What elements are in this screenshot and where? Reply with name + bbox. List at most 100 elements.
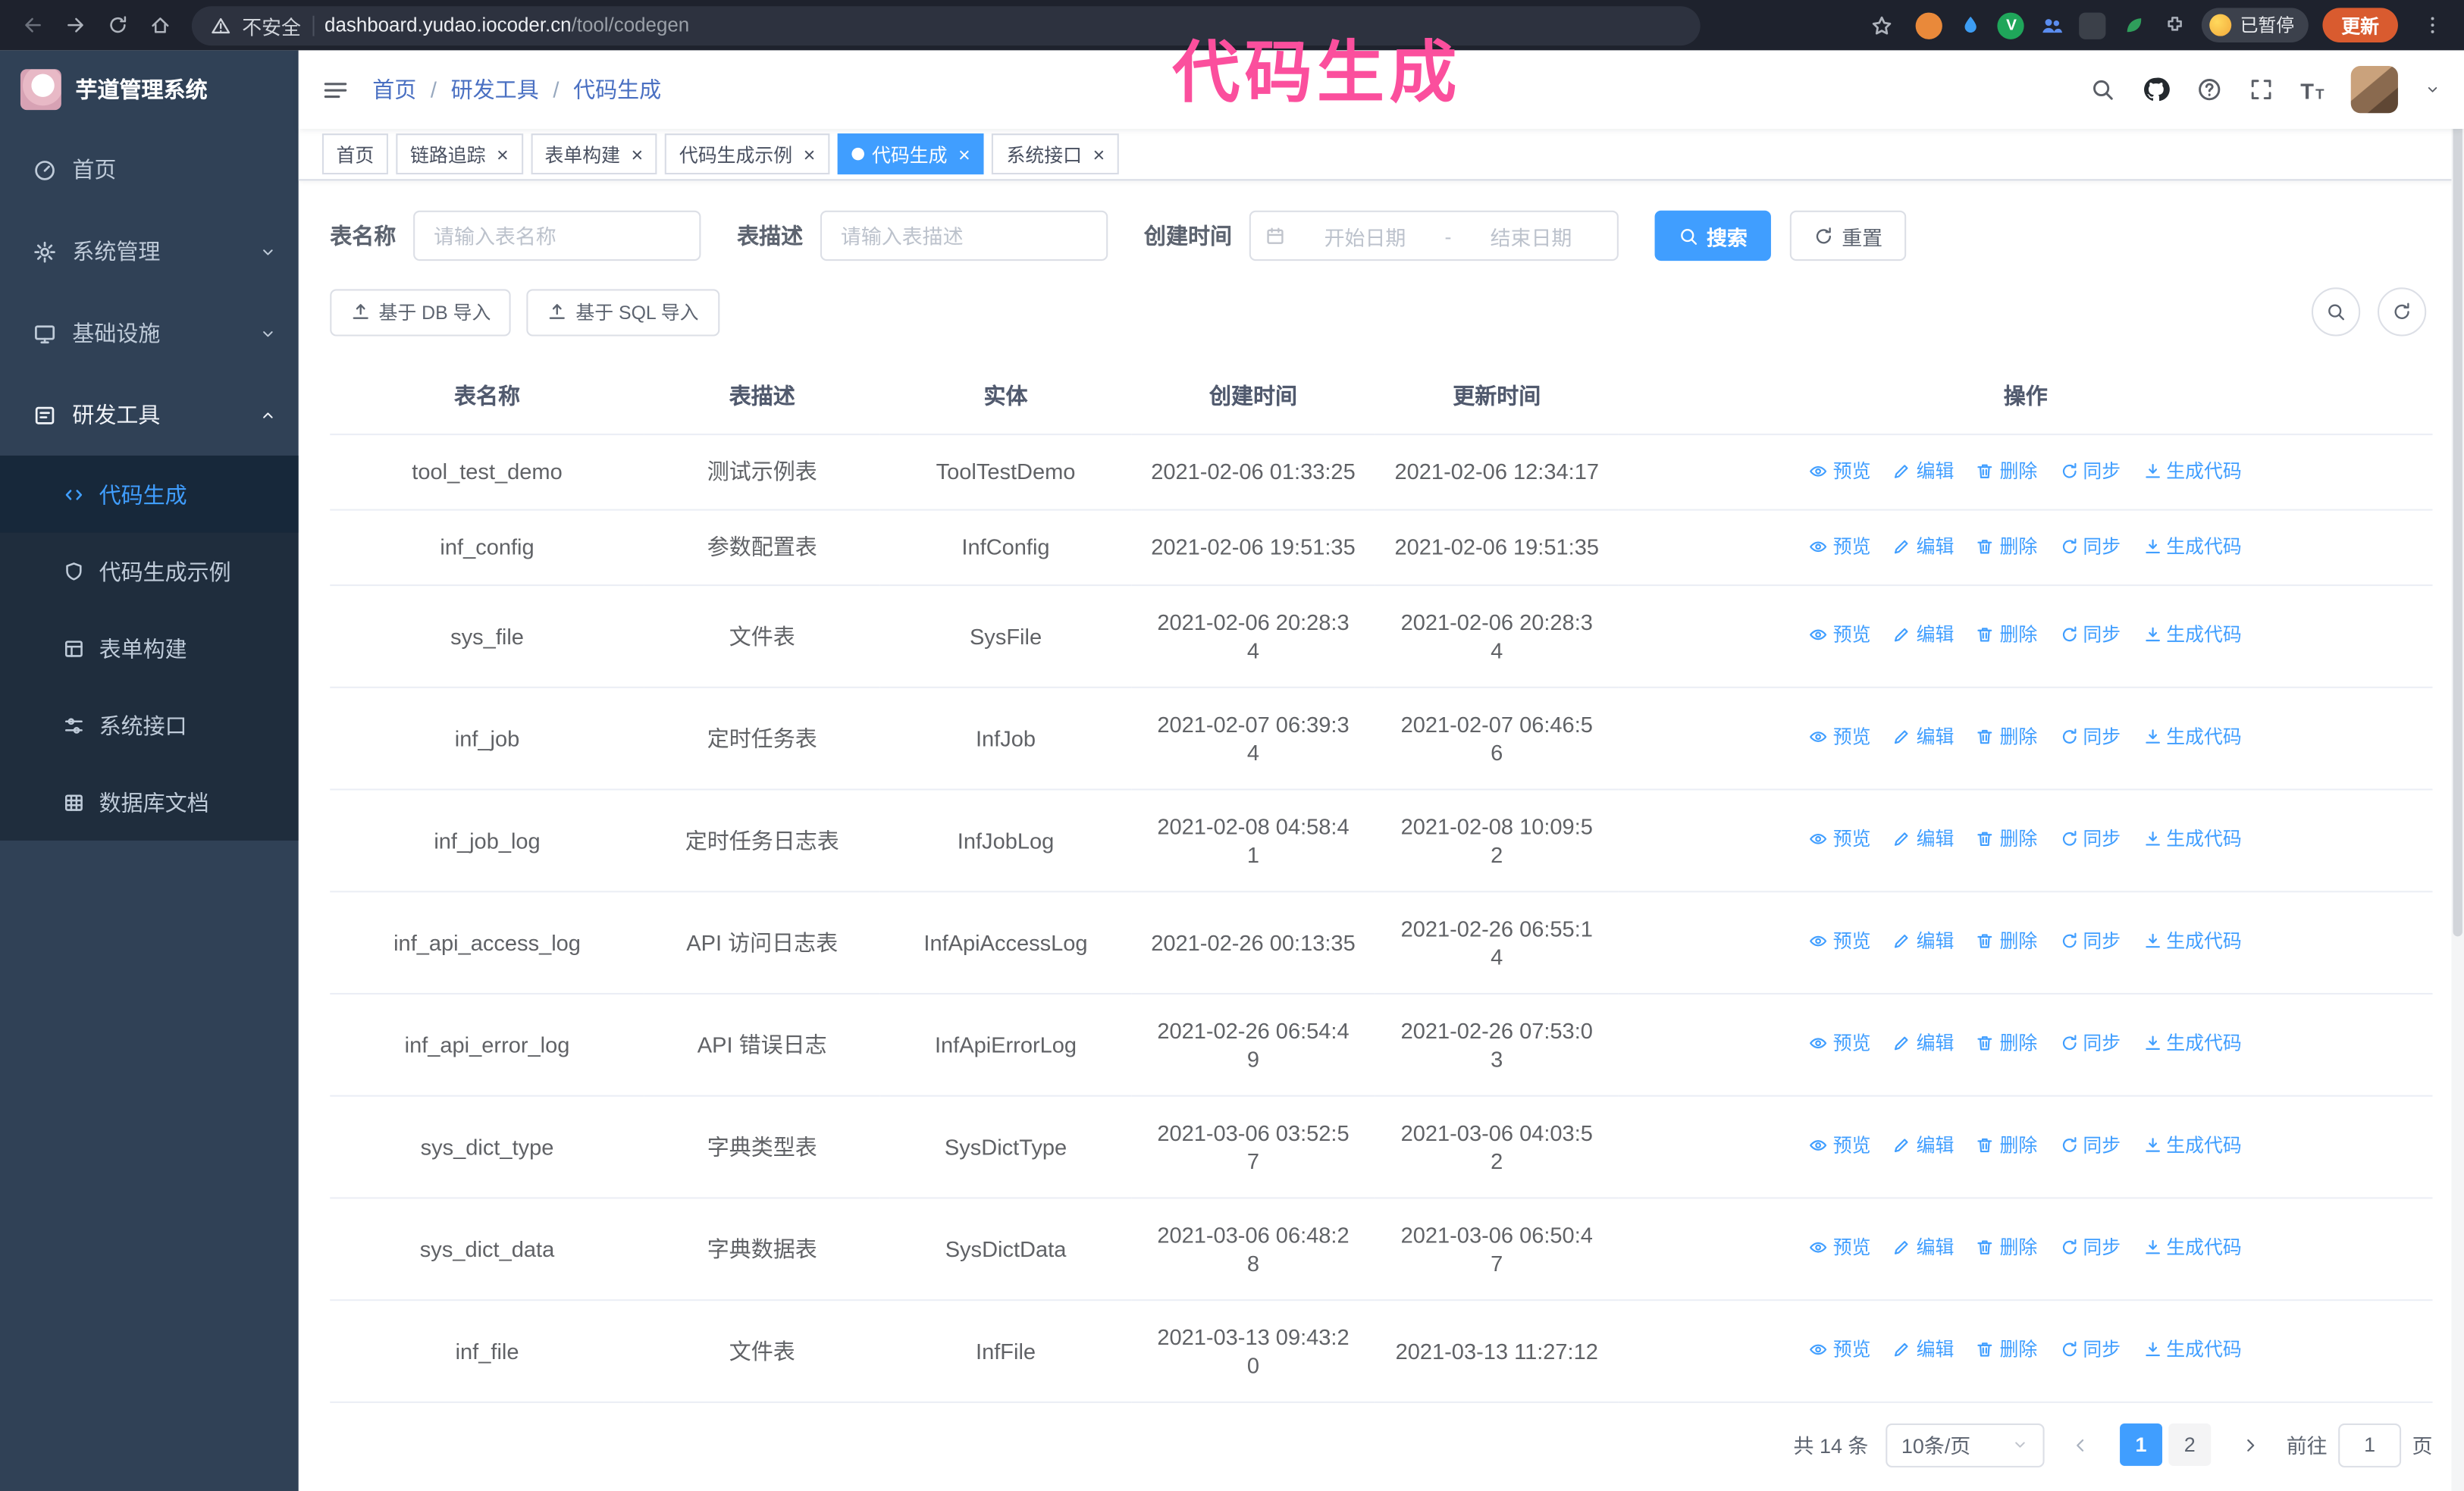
tab[interactable]: 表单构建 × — [530, 133, 657, 175]
preview-link[interactable]: 预览 — [1810, 532, 1870, 560]
sync-link[interactable]: 同步 — [2059, 1336, 2121, 1364]
edit-link[interactable]: 编辑 — [1893, 532, 1954, 560]
refresh-button[interactable] — [2377, 287, 2427, 337]
generate-code-link[interactable]: 生成代码 — [2143, 456, 2242, 484]
close-tab-icon[interactable]: × — [494, 144, 509, 164]
edit-link[interactable]: 编辑 — [1893, 621, 1954, 649]
edit-link[interactable]: 编辑 — [1893, 1029, 1954, 1057]
menu-dots-icon[interactable] — [2412, 5, 2452, 45]
delete-link[interactable]: 删除 — [1976, 621, 2037, 649]
import-sql-button[interactable]: 基于 SQL 导入 — [527, 288, 719, 336]
extension-icon[interactable] — [2080, 11, 2107, 39]
sidebar-item[interactable]: 基础设施 — [0, 293, 299, 374]
scrollbar-thumb[interactable] — [2453, 56, 2462, 937]
generate-code-link[interactable]: 生成代码 — [2143, 621, 2242, 649]
table-name-input[interactable] — [413, 210, 701, 262]
prev-page-button[interactable] — [2061, 1423, 2099, 1467]
sidebar-item[interactable]: 研发工具 — [0, 374, 299, 456]
bookmark-star-icon[interactable] — [1863, 5, 1902, 45]
sync-link[interactable]: 同步 — [2059, 621, 2121, 649]
people-extension-icon[interactable] — [2039, 12, 2065, 39]
delete-link[interactable]: 删除 — [1976, 1029, 2037, 1057]
import-db-button[interactable]: 基于 DB 导入 — [330, 288, 512, 336]
edit-link[interactable]: 编辑 — [1893, 825, 1954, 853]
delete-link[interactable]: 删除 — [1976, 722, 2037, 750]
v-extension-icon[interactable] — [1998, 11, 2025, 39]
extensions-puzzle-icon[interactable] — [2161, 12, 2188, 39]
sidebar-subitem[interactable]: 代码生成示例 — [0, 533, 299, 610]
preview-link[interactable]: 预览 — [1810, 927, 1870, 955]
sidebar-subitem[interactable]: 代码生成 — [0, 456, 299, 533]
close-tab-icon[interactable]: × — [1089, 144, 1105, 164]
help-icon[interactable] — [2197, 77, 2222, 102]
update-button[interactable]: 更新 — [2322, 8, 2398, 42]
tab[interactable]: 代码生成 × — [837, 133, 985, 175]
page-number[interactable]: 1 — [2120, 1423, 2162, 1466]
close-tab-icon[interactable]: × — [955, 144, 970, 164]
preview-link[interactable]: 预览 — [1810, 1233, 1870, 1261]
sync-link[interactable]: 同步 — [2059, 825, 2121, 853]
user-avatar[interactable] — [2350, 66, 2398, 114]
preview-link[interactable]: 预览 — [1810, 456, 1870, 484]
delete-link[interactable]: 删除 — [1976, 927, 2037, 955]
generate-code-link[interactable]: 生成代码 — [2143, 1131, 2242, 1159]
tab[interactable]: 系统接口 × — [992, 133, 1119, 175]
sidebar-item[interactable]: 首页 — [0, 129, 299, 211]
edit-link[interactable]: 编辑 — [1893, 456, 1954, 484]
sidebar-subitem[interactable]: 数据库文档 — [0, 763, 299, 841]
sidebar-subitem[interactable]: 系统接口 — [0, 687, 299, 764]
sync-link[interactable]: 同步 — [2059, 927, 2121, 955]
fullscreen-icon[interactable] — [2249, 77, 2274, 102]
delete-link[interactable]: 删除 — [1976, 825, 2037, 853]
extension-icon[interactable] — [1916, 11, 1943, 39]
delete-link[interactable]: 删除 — [1976, 1233, 2037, 1261]
app-logo[interactable]: 芋道管理系统 — [0, 50, 299, 129]
preview-link[interactable]: 预览 — [1810, 621, 1870, 649]
delete-link[interactable]: 删除 — [1976, 1131, 2037, 1159]
github-icon[interactable] — [2142, 75, 2170, 103]
delete-link[interactable]: 删除 — [1976, 1336, 2037, 1364]
edit-link[interactable]: 编辑 — [1893, 1233, 1954, 1261]
page-size-select[interactable]: 10条/页 — [1886, 1422, 2045, 1467]
tab[interactable]: 首页 — [321, 133, 388, 175]
table-desc-input[interactable] — [820, 210, 1108, 262]
sync-link[interactable]: 同步 — [2059, 1029, 2121, 1057]
edit-link[interactable]: 编辑 — [1893, 1336, 1954, 1364]
page-number[interactable]: 2 — [2168, 1423, 2212, 1466]
generate-code-link[interactable]: 生成代码 — [2143, 1029, 2242, 1057]
generate-code-link[interactable]: 生成代码 — [2143, 1336, 2242, 1364]
generate-code-link[interactable]: 生成代码 — [2143, 825, 2242, 853]
search-icon[interactable] — [2090, 77, 2115, 102]
edit-link[interactable]: 编辑 — [1893, 1131, 1954, 1159]
hamburger-icon[interactable] — [322, 77, 349, 103]
preview-link[interactable]: 预览 — [1810, 1336, 1870, 1364]
delete-link[interactable]: 删除 — [1976, 456, 2037, 484]
generate-code-link[interactable]: 生成代码 — [2143, 1233, 2242, 1261]
toggle-search-button[interactable] — [2311, 287, 2361, 337]
sync-link[interactable]: 同步 — [2059, 1233, 2121, 1261]
home-button[interactable] — [140, 5, 179, 45]
sync-link[interactable]: 同步 — [2059, 456, 2121, 484]
delete-link[interactable]: 删除 — [1976, 532, 2037, 560]
reset-button[interactable]: 重置 — [1789, 210, 1907, 262]
preview-link[interactable]: 预览 — [1810, 1029, 1870, 1057]
next-page-button[interactable] — [2231, 1423, 2269, 1467]
sync-link[interactable]: 同步 — [2059, 1131, 2121, 1159]
preview-link[interactable]: 预览 — [1810, 1131, 1870, 1159]
search-button[interactable]: 搜索 — [1654, 210, 1771, 262]
fontsize-icon[interactable]: TT — [2300, 77, 2324, 102]
tab[interactable]: 链路追踪 × — [396, 133, 523, 175]
sidebar-item[interactable]: 系统管理 — [0, 211, 299, 293]
preview-link[interactable]: 预览 — [1810, 722, 1870, 750]
leaf-extension-icon[interactable] — [2121, 12, 2147, 39]
window-scrollbar[interactable] — [2451, 50, 2464, 1491]
edit-link[interactable]: 编辑 — [1893, 927, 1954, 955]
tab[interactable]: 代码生成示例 × — [665, 133, 830, 175]
close-tab-icon[interactable]: × — [801, 144, 816, 164]
caret-down-icon[interactable] — [2425, 82, 2440, 98]
generate-code-link[interactable]: 生成代码 — [2143, 722, 2242, 750]
generate-code-link[interactable]: 生成代码 — [2143, 927, 2242, 955]
back-button[interactable] — [13, 5, 52, 45]
sync-link[interactable]: 同步 — [2059, 722, 2121, 750]
profile-paused-badge[interactable]: 已暂停 — [2202, 8, 2309, 42]
